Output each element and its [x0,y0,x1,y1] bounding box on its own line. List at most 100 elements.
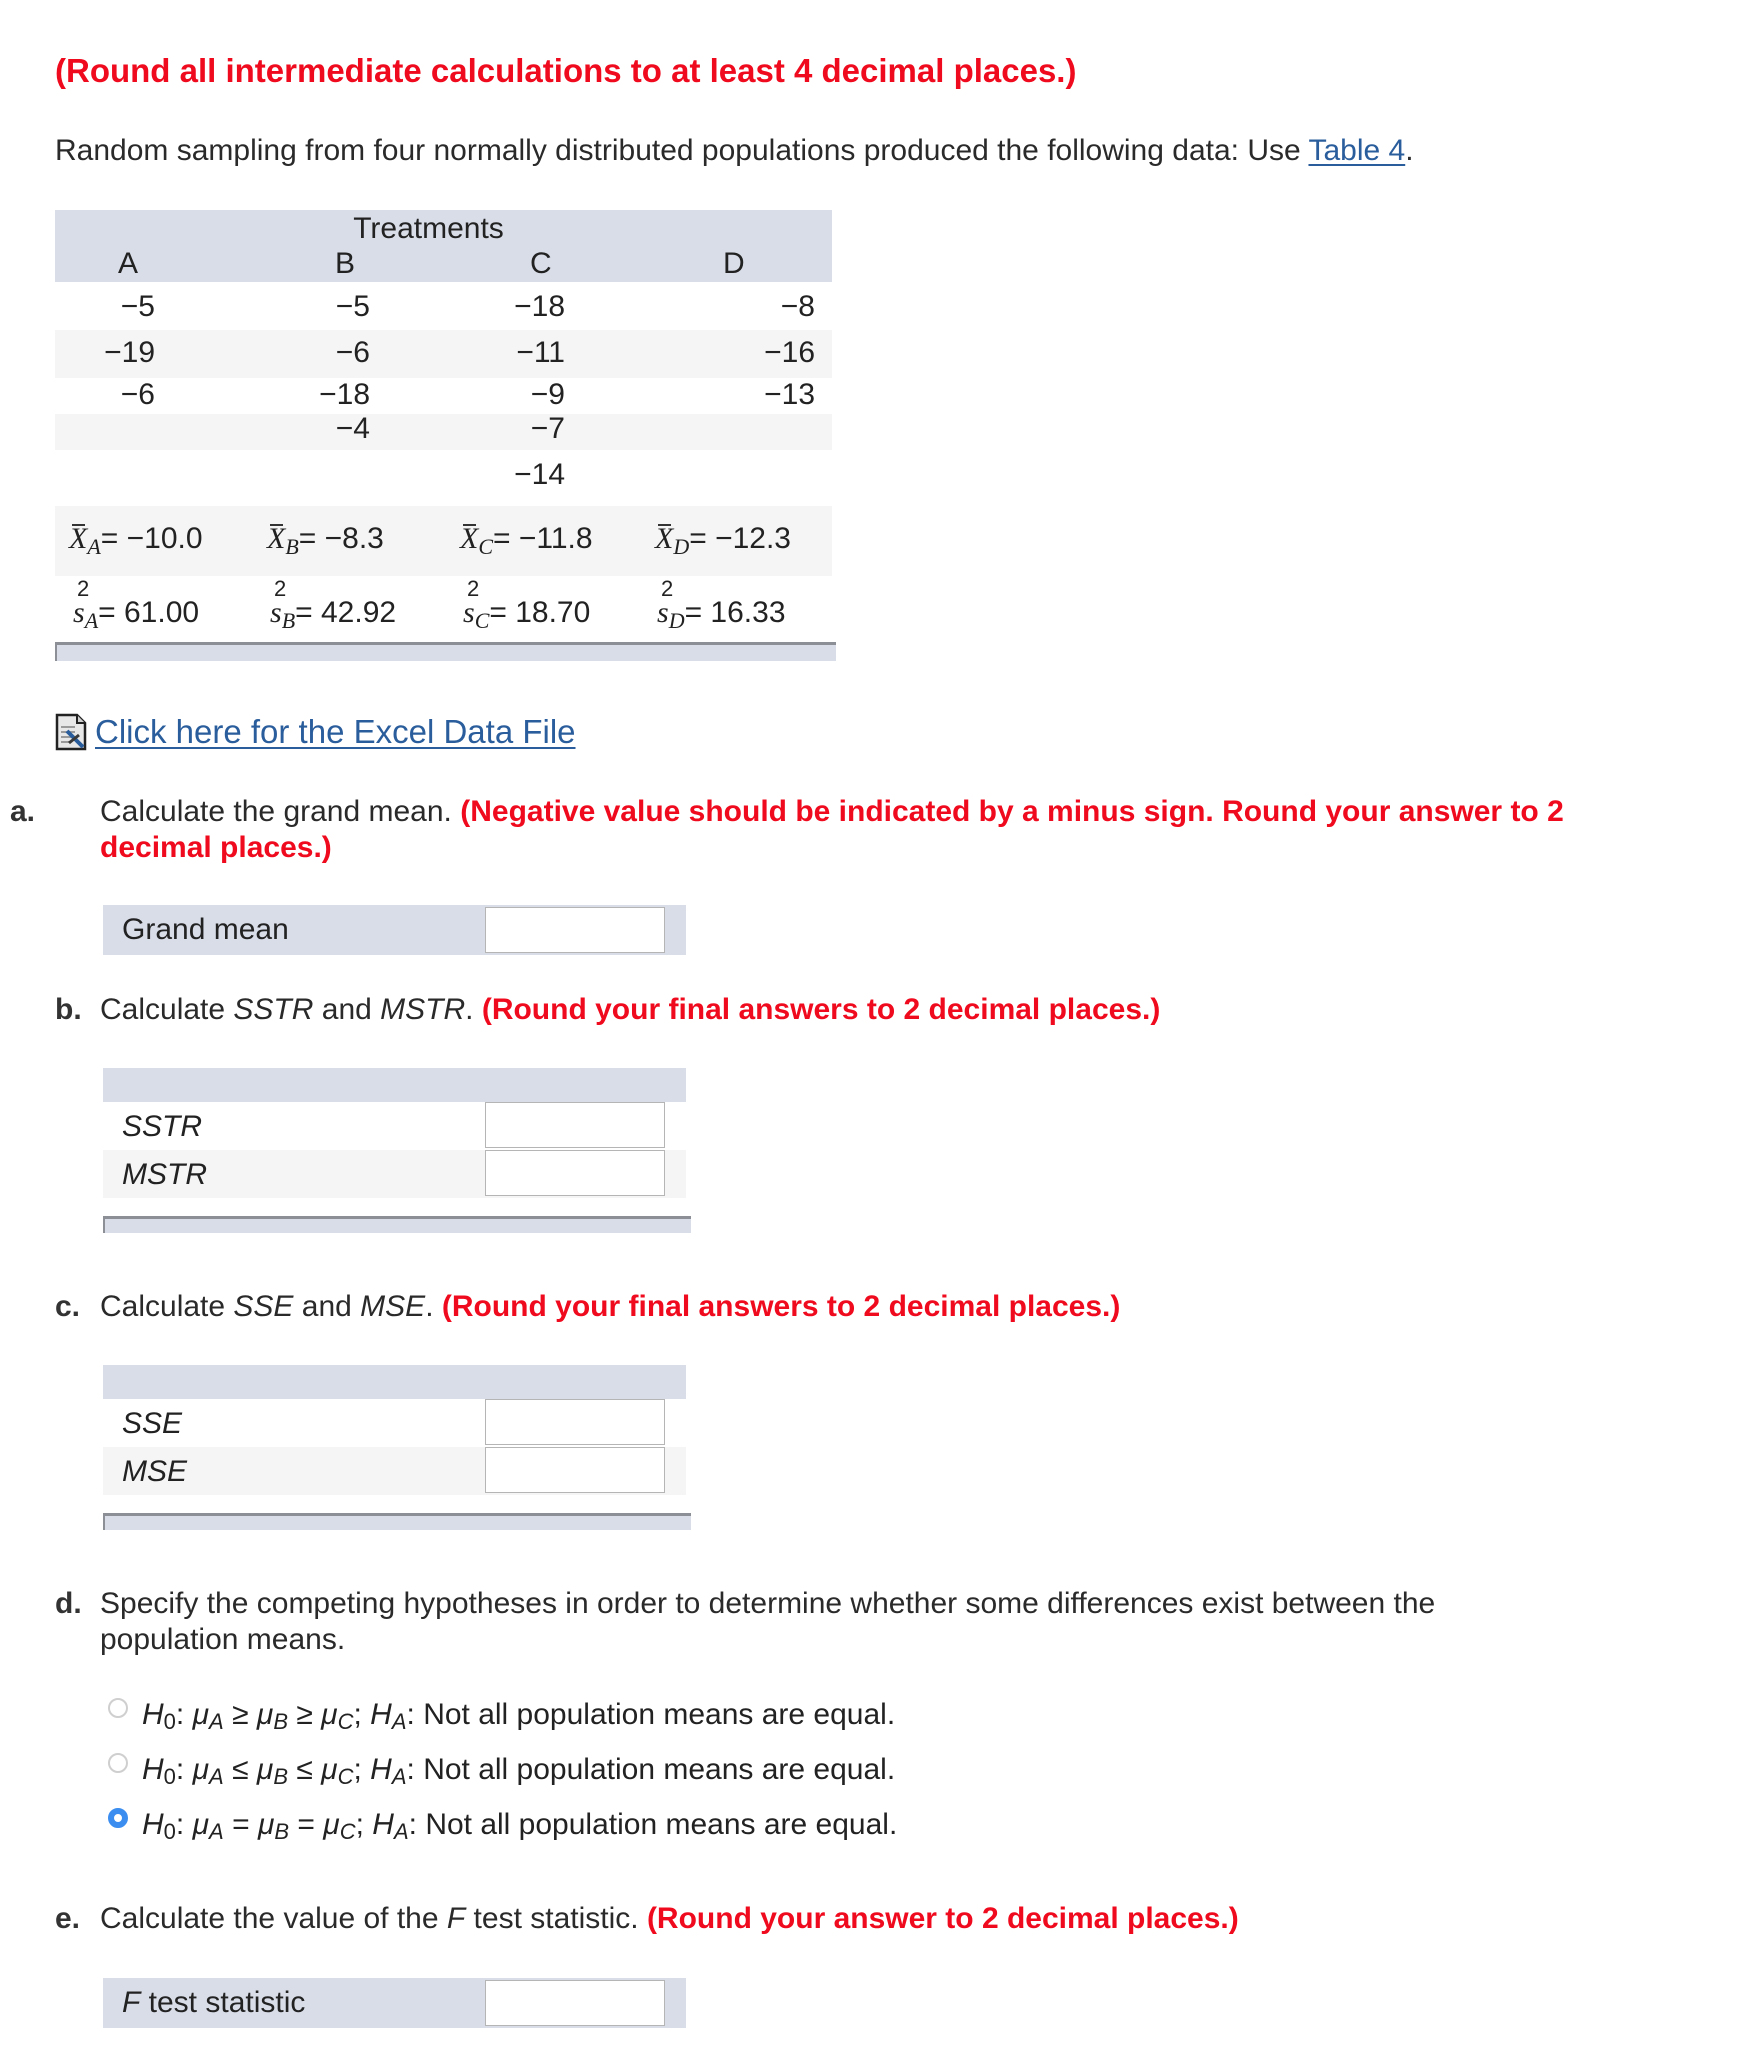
radio-button-selected[interactable] [108,1808,128,1828]
alternative-text: Not all population means are equal. [423,1753,896,1786]
table-cell: −6 [120,378,155,411]
means-row: XA= −10.0 XB= −8.3 XC= −11.8 XD= −12.3 [55,506,832,576]
table-header [103,1365,686,1399]
question-e-text: Calculate the value of the [100,1902,447,1935]
variance-c: s 2 C= 18.70 [463,576,591,633]
question-d-text: Specify the competing hypotheses in orde… [100,1587,1436,1656]
table-row: −4 −7 [55,412,832,450]
intro-sentence: Random sampling from four normally distr… [55,134,1309,167]
table-cell: −4 [335,412,370,445]
question-c-text: . [425,1290,442,1323]
question-c-text: Calculate [100,1290,234,1323]
mean-b: XB= −8.3 [267,522,384,559]
question-e: e. Calculate the value of the F test stat… [55,1901,1239,1937]
question-b-text: . [465,993,482,1026]
term-mse: MSE [360,1290,426,1323]
sse-row: SSE [103,1399,686,1447]
term-sse: SSE [233,1290,294,1323]
table-row: −14 [55,450,832,506]
table-bottom-bar [103,1216,691,1233]
mstr-row: MSTR [103,1150,686,1198]
table-bottom-bar [103,1513,691,1530]
excel-data-link[interactable]: Click here for the Excel Data File [55,713,576,751]
question-c-note: (Round your final answers to 2 decimal p… [441,1290,1121,1323]
variance-d: s 2 D= 16.33 [657,576,786,633]
table-cell: −5 [335,290,370,323]
variances-row: s 2 A= 61.00 s 2 B= 42.92 s 2 C= 18.70 s 2 D= 16… [55,576,832,642]
sstr-input[interactable] [485,1102,665,1148]
question-e-label: e. [55,1902,81,1935]
table-cell: −9 [530,378,565,411]
hypothesis-option-3[interactable]: H0: μA = μB = μ C; HA: Not all population… [108,1808,898,1844]
question-b: b. Calculate SSTR and MSTR. (Round your f… [55,992,1160,1028]
intro-text: Random sampling from four normally distr… [55,134,1414,168]
question-c: c. Calculate SSE and MSE. (Round your fin… [55,1289,1120,1325]
mse-input[interactable] [485,1447,665,1493]
question-a: a. Calculate the grand mean. (Negative va… [10,794,1620,866]
table-4-link[interactable]: Table 4 [1308,134,1405,167]
excel-file-icon [55,713,89,751]
table-row: −19 −6 −11 −16 [55,330,832,378]
table-cell: −14 [514,458,565,491]
term-f: F [446,1902,466,1935]
mse-row: MSE [103,1447,686,1495]
term-sstr: SSTR [233,993,314,1026]
mstr-input[interactable] [485,1150,665,1196]
alternative-text: Not all population means are equal. [423,1698,896,1731]
radio-button[interactable] [108,1698,128,1718]
column-header-b: B [335,247,356,280]
mse-label: MSE [122,1455,188,1488]
intro-period: . [1405,134,1414,167]
table-cell: −16 [764,336,815,369]
treatments-data-table: Treatments A B C D −5 −5 −18 −8 −19 −6 −… [55,210,836,661]
mean-d: XD= −12.3 [655,522,791,559]
grand-mean-label: Grand mean [122,913,289,946]
sse-mse-table: SSE MSE [103,1365,686,1495]
sstr-mstr-table: SSTR MSTR [103,1068,686,1198]
sstr-label: SSTR [122,1110,203,1143]
question-b-text: Calculate [100,993,234,1026]
table-header: Treatments A B C D [55,210,832,282]
table-header [103,1068,686,1102]
treatments-header: Treatments [353,212,504,245]
column-header-a: A [118,247,139,280]
f-statistic-table: F test statistic [103,1978,686,2028]
column-header-d: D [723,247,745,280]
hypothesis-option-1[interactable]: H0: μA ≥ μB ≥ μ C; HA: Not all population… [108,1698,896,1734]
grand-mean-row: Grand mean [103,905,686,955]
radio-button[interactable] [108,1753,128,1773]
table-cell: −8 [780,290,815,323]
excel-link-text[interactable]: Click here for the Excel Data File [95,713,576,751]
table-bottom-bar [55,642,836,661]
table-cell: −18 [319,378,370,411]
mean-a: XA= −10.0 [69,522,203,559]
question-e-note: (Round your answer to 2 decimal places.) [646,1902,1239,1935]
alternative-text: Not all population means are equal. [425,1808,898,1841]
mstr-label: MSTR [122,1158,207,1191]
f-statistic-label: F test statistic [122,1986,306,2019]
sse-input[interactable] [485,1399,665,1445]
variance-a: s 2 A= 61.00 [73,576,200,633]
grand-mean-table: Grand mean [103,905,686,955]
hypothesis-option-2[interactable]: H0: μA ≤ μB ≤ μ C; HA: Not all population… [108,1753,896,1789]
table-cell: −6 [335,336,370,369]
term-mstr: MSTR [380,993,466,1026]
sstr-row: SSTR [103,1102,686,1150]
table-cell: −13 [764,378,815,411]
sse-label: SSE [122,1407,183,1440]
table-cell: −11 [516,336,565,369]
table-cell: −7 [530,412,565,445]
variance-b: s 2 B= 42.92 [270,576,397,633]
question-d: d. Specify the competing hypotheses in o… [55,1586,1575,1658]
f-statistic-row: F test statistic [103,1978,686,2028]
table-cell: −5 [120,290,155,323]
question-b-text: and [313,993,381,1026]
question-a-label: a. [10,795,36,828]
question-c-label: c. [55,1290,81,1323]
question-c-text: and [293,1290,361,1323]
question-d-label: d. [55,1587,82,1620]
grand-mean-input[interactable] [485,907,665,953]
table-cell: −18 [514,290,565,323]
question-b-note: (Round your final answers to 2 decimal p… [481,993,1161,1026]
f-statistic-input[interactable] [485,1980,665,2026]
